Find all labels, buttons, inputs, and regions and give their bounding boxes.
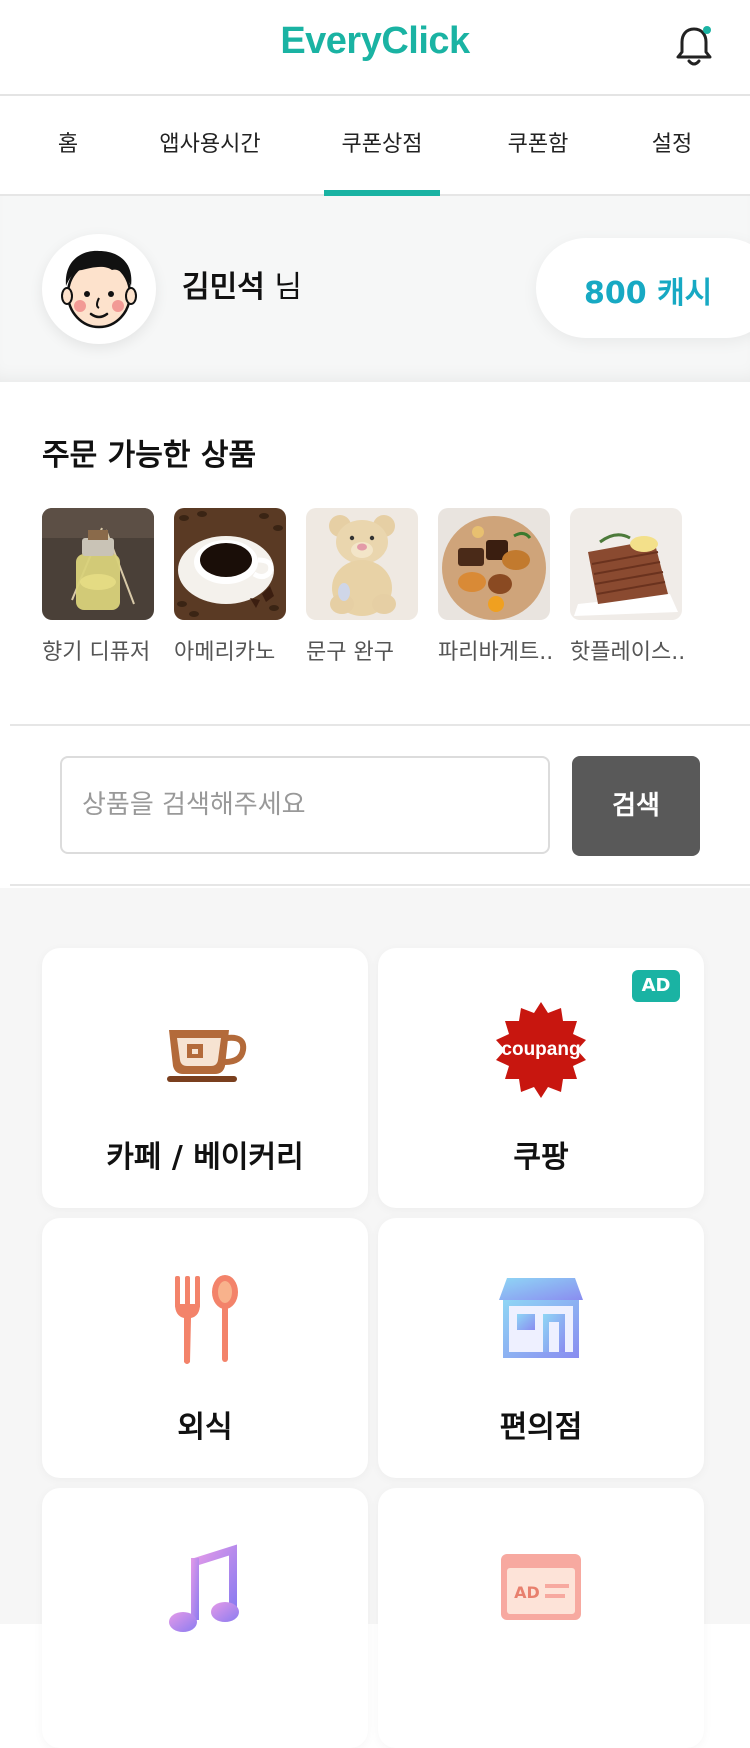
coffee-cup-icon <box>167 1030 247 1082</box>
ad-board-text: AD <box>514 1583 540 1602</box>
search-input[interactable] <box>62 758 548 852</box>
category-label: 외식 <box>177 1410 233 1445</box>
app-header: EveryClick <box>0 0 750 96</box>
category-card-cafe[interactable]: 카페 / 베이커리 <box>42 948 368 1208</box>
pastry-image <box>438 508 550 620</box>
category-card-dining[interactable]: 외식 <box>42 1218 368 1478</box>
tab-home[interactable]: 홈 <box>36 96 100 194</box>
product-label: 파리바게트.. <box>438 640 554 665</box>
tab-settings[interactable]: 설정 <box>632 96 712 194</box>
profile-section: 김민석 님 800 캐시 <box>0 196 750 382</box>
tab-coupon-shop[interactable]: 쿠폰상점 <box>324 96 440 196</box>
category-card-convenience[interactable]: 편의점 <box>378 1218 704 1478</box>
user-name: 김민석 <box>182 270 265 305</box>
category-label: 쿠팡 <box>513 1140 569 1175</box>
americano-image <box>174 508 286 620</box>
section-divider <box>10 884 750 886</box>
user-name-line: 김민석 님 <box>182 262 302 306</box>
ad-board-icon: AD <box>501 1554 581 1620</box>
category-card-ad[interactable]: AD <box>378 1488 704 1748</box>
search-button[interactable]: 검색 <box>572 756 700 856</box>
product-item[interactable]: 문구 완구 <box>306 508 418 666</box>
product-label: 향기 디퓨저 <box>42 640 151 665</box>
cake-image <box>570 508 682 620</box>
fork-spoon-icon <box>175 1275 238 1364</box>
teddy-bear-image <box>306 508 418 620</box>
ad-badge: AD <box>632 970 680 1002</box>
coupang-logo: coupang <box>496 1002 586 1098</box>
cash-balance[interactable]: 800 캐시 <box>536 238 750 338</box>
tab-bar: 홈 앱사용시간 쿠폰상점 쿠폰함 설정 <box>0 96 750 196</box>
product-label: 아메리카노 <box>174 640 276 665</box>
notification-dot <box>703 26 711 34</box>
category-label: 카페 / 베이커리 <box>106 1140 304 1175</box>
bell-icon[interactable] <box>674 24 714 68</box>
store-icon <box>499 1278 583 1358</box>
music-note-icon <box>169 1544 239 1632</box>
category-card-coupang[interactable]: AD coupang 쿠팡 <box>378 948 704 1208</box>
app-logo: EveryClick <box>280 20 470 62</box>
avatar[interactable] <box>42 234 156 344</box>
product-label: 핫플레이스.. <box>570 640 686 665</box>
product-item[interactable]: 아메리카노 <box>174 508 286 666</box>
products-title: 주문 가능한 상품 <box>42 438 257 473</box>
diffuser-image <box>42 508 154 620</box>
cash-amount: 800 캐시 <box>584 276 713 311</box>
product-item[interactable]: 향기 디퓨저 <box>42 508 154 666</box>
category-label: 편의점 <box>499 1410 583 1445</box>
tab-app-usage[interactable]: 앱사용시간 <box>140 96 280 194</box>
product-item[interactable]: 파리바게트.. <box>438 508 554 666</box>
tab-coupon-box[interactable]: 쿠폰함 <box>490 96 586 194</box>
category-card-music[interactable] <box>42 1488 368 1748</box>
avatar-icon <box>61 250 137 329</box>
section-divider <box>10 724 750 726</box>
category-grid: 카페 / 베이커리 AD coupang 쿠팡 외식 편의점 AD <box>0 888 750 1748</box>
product-label: 문구 완구 <box>306 640 394 665</box>
coupang-logo-text: coupang <box>501 1039 580 1060</box>
search-box <box>60 756 550 854</box>
product-item[interactable]: 핫플레이스.. <box>570 508 686 666</box>
user-name-suffix: 님 <box>264 270 302 305</box>
